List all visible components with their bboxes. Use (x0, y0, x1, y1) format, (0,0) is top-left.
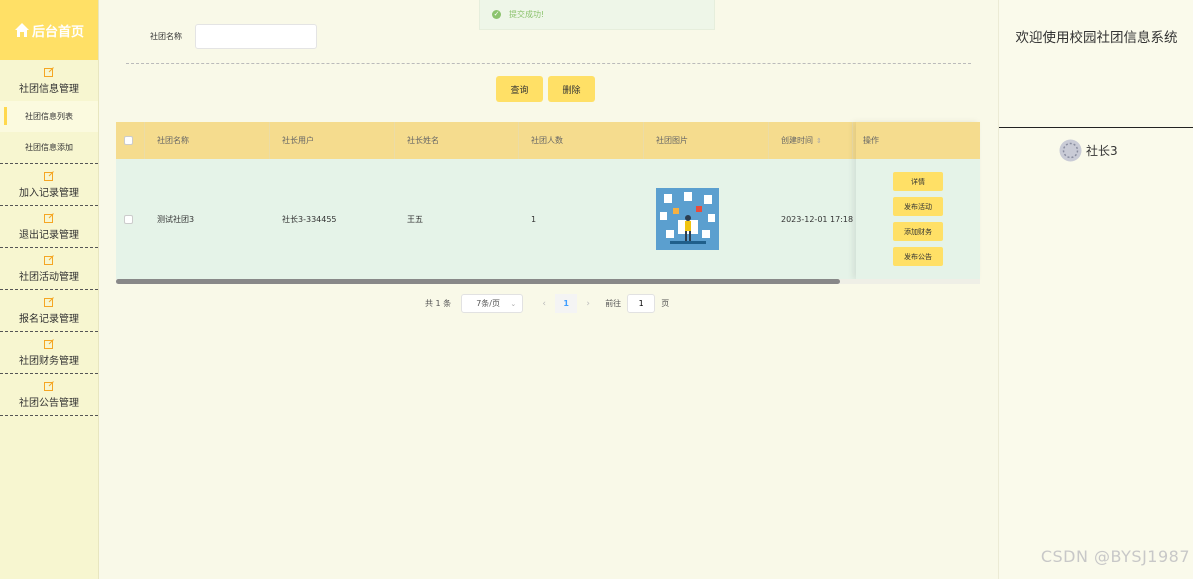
watermark: CSDN @BYSJ1987 (1040, 547, 1190, 566)
home-link[interactable]: 后台首页 (0, 0, 98, 60)
check-icon: ✓ (492, 10, 501, 19)
cell-leader-user: 社长3-334455 (282, 214, 337, 224)
header-cell: 社长姓名 (395, 122, 519, 159)
header-cell: 社团人数 (519, 122, 644, 159)
page-size-value: 7条/页 (476, 299, 500, 308)
header-cell: 社团图片 (644, 122, 769, 159)
success-toast: ✓ 提交成功! (479, 0, 715, 30)
menu-group-join: 加入记录管理 (0, 164, 98, 206)
edit-icon (44, 212, 54, 223)
cell-members: 1 (531, 214, 537, 224)
club-name-input[interactable] (195, 24, 317, 49)
user-info[interactable]: 社长3 (1059, 139, 1118, 162)
sub-item-club-add[interactable]: 社团信息添加 (0, 132, 98, 163)
sub-item-label: 社团信息列表 (25, 112, 73, 121)
menu-label: 社团财务管理 (19, 355, 79, 367)
right-panel: 欢迎使用校园社团信息系统 社长3 CSDN @BYSJ1987 (998, 0, 1193, 579)
avatar (1059, 139, 1082, 162)
total-count: 共 1 条 (425, 299, 452, 308)
cell-image (644, 159, 769, 279)
menu-exit-records[interactable]: 退出记录管理 (0, 206, 98, 247)
divider (126, 63, 971, 64)
chevron-down-icon: ⌄ (510, 299, 517, 308)
edit-icon (44, 380, 54, 391)
menu-group-signup: 报名记录管理 (0, 290, 98, 332)
menu-group-club-info: 社团信息管理 社团信息列表 社团信息添加 (0, 60, 98, 164)
home-icon (14, 23, 29, 37)
row-select-cell (116, 159, 145, 279)
cell-club-name: 测试社团3 (157, 214, 195, 224)
query-button[interactable]: 查询 (496, 76, 543, 102)
select-all-cell (116, 122, 145, 159)
menu-label: 报名记录管理 (19, 313, 79, 325)
sort-icon[interactable]: ⇕ (816, 137, 822, 145)
goto-label: 前往 (605, 299, 622, 308)
cell-created: 2023-12-01 17:18:1 (781, 214, 853, 224)
table-header: 社团名称 社长用户 社长姓名 社团人数 社团图片 创建时间 ⇕ (116, 122, 980, 159)
header-cell-created[interactable]: 创建时间 ⇕ (769, 122, 853, 159)
select-all-checkbox[interactable] (124, 136, 133, 145)
menu-group-exit: 退出记录管理 (0, 206, 98, 248)
menu-label: 社团信息管理 (19, 83, 79, 95)
goto-suffix: 页 (661, 299, 670, 308)
pagination: 共 1 条 7条/页 ⌄ ‹ 1 › 前往 页 (425, 294, 669, 313)
publish-notice-button[interactable]: 发布公告 (893, 247, 943, 266)
operations-column: 操作 详情 发布活动 添加财务 发布公告 (856, 122, 980, 279)
club-table: 社团名称 社长用户 社长姓名 社团人数 社团图片 创建时间 ⇕ 测试社团3 社长… (116, 122, 980, 279)
publish-activity-button[interactable]: 发布活动 (893, 197, 943, 216)
header-cell-ops: 操作 (856, 122, 980, 159)
menu-label: 社团公告管理 (19, 397, 79, 409)
prev-page-button[interactable]: ‹ (533, 299, 555, 309)
menu-club-info[interactable]: 社团信息管理 (0, 60, 98, 101)
edit-icon (44, 254, 54, 265)
menu-group-activity: 社团活动管理 (0, 248, 98, 290)
table-row: 测试社团3 社长3-334455 王五 1 2023-12-01 17:18:1 (116, 159, 980, 279)
menu-label: 社团活动管理 (19, 271, 79, 283)
header-cell: 社长用户 (270, 122, 395, 159)
cell-leader-name: 王五 (407, 214, 423, 224)
goto-page-input[interactable] (627, 294, 656, 313)
horizontal-scrollbar-thumb[interactable] (116, 279, 840, 284)
menu-join-records[interactable]: 加入记录管理 (0, 164, 98, 205)
user-name: 社长3 (1086, 144, 1118, 158)
menu-activity[interactable]: 社团活动管理 (0, 248, 98, 289)
divider (999, 127, 1193, 128)
edit-icon (44, 338, 54, 349)
menu-label: 加入记录管理 (19, 187, 79, 199)
edit-icon (44, 66, 54, 77)
ops-cell: 详情 发布活动 添加财务 发布公告 (856, 159, 980, 279)
sidebar: 后台首页 社团信息管理 社团信息列表 社团信息添加 加入记录管理 退出记录管理 … (0, 0, 99, 579)
sub-item-club-list[interactable]: 社团信息列表 (0, 101, 98, 132)
menu-notice[interactable]: 社团公告管理 (0, 374, 98, 415)
page-number[interactable]: 1 (555, 294, 578, 313)
add-finance-button[interactable]: 添加财务 (893, 222, 943, 241)
delete-button[interactable]: 删除 (548, 76, 595, 102)
goto-page: 前往 页 (605, 294, 669, 313)
menu-group-notice: 社团公告管理 (0, 374, 98, 416)
header-label: 创建时间 (781, 136, 813, 145)
home-label: 后台首页 (31, 24, 84, 40)
search-label: 社团名称 (150, 32, 182, 41)
page-size-select[interactable]: 7条/页 ⌄ (461, 294, 524, 313)
welcome-text: 欢迎使用校园社团信息系统 (1015, 30, 1178, 46)
club-image[interactable] (656, 188, 719, 250)
menu-group-finance: 社团财务管理 (0, 332, 98, 374)
toast-message: 提交成功! (509, 10, 545, 19)
header-cell: 社团名称 (145, 122, 270, 159)
menu-finance[interactable]: 社团财务管理 (0, 332, 98, 373)
row-checkbox[interactable] (124, 214, 133, 224)
edit-icon (44, 296, 54, 307)
next-page-button[interactable]: › (577, 299, 599, 309)
edit-icon (44, 170, 54, 181)
detail-button[interactable]: 详情 (893, 172, 943, 191)
menu-label: 退出记录管理 (19, 229, 79, 241)
menu-signup-records[interactable]: 报名记录管理 (0, 290, 98, 331)
sub-item-label: 社团信息添加 (25, 143, 73, 152)
